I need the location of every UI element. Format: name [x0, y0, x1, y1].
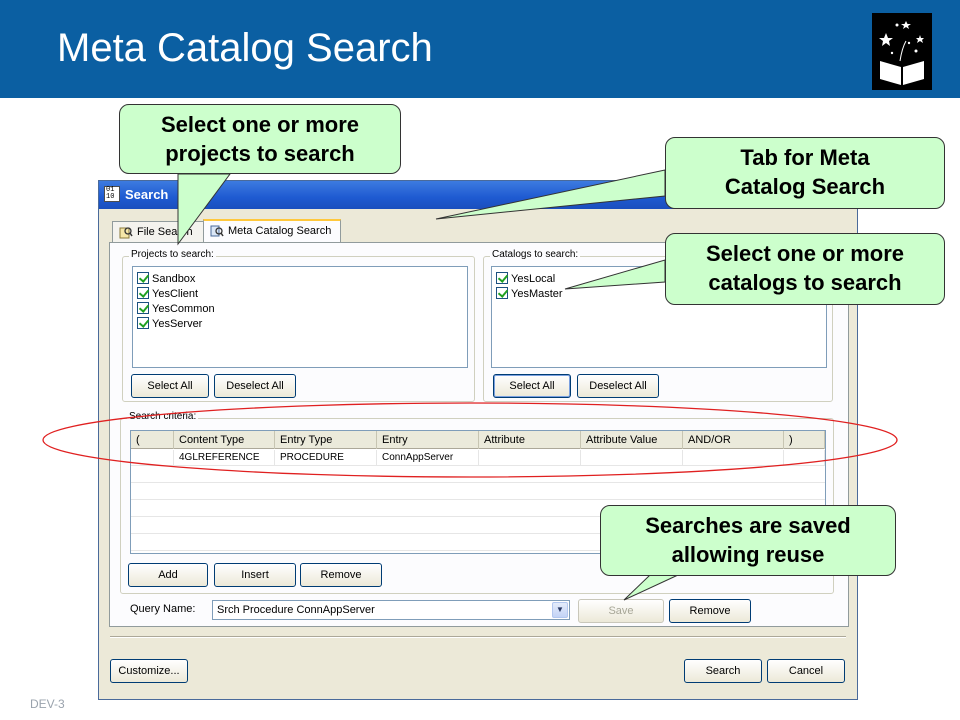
checkbox-checked-icon[interactable]	[137, 317, 149, 329]
table-cell[interactable]	[131, 450, 174, 466]
column-header[interactable]: AND/OR	[683, 431, 784, 449]
file-search-icon	[119, 227, 133, 239]
empty-table-row[interactable]	[131, 467, 825, 483]
catalogs-select-all-button[interactable]: Select All	[493, 374, 571, 398]
callout-catalogs-line2: catalogs to search	[708, 270, 902, 295]
callout-catalogs: Select one or more catalogs to search	[665, 233, 945, 305]
column-header[interactable]: Attribute Value	[581, 431, 683, 449]
project-item[interactable]: YesServer	[137, 317, 202, 331]
callout-projects-line1: Select one or more	[160, 112, 360, 137]
search-criteria-label: Search criteria:	[127, 411, 199, 422]
remove-criteria-button[interactable]: Remove	[300, 563, 382, 587]
catalog-item-label: YesMaster	[511, 288, 563, 300]
slide-footer: DEV-3	[30, 697, 65, 711]
project-item[interactable]: Sandbox	[137, 272, 195, 286]
project-item[interactable]: YesClient	[137, 287, 198, 301]
project-item-label: YesClient	[152, 288, 199, 300]
tab-meta-catalog-search-label: Meta Catalog Search	[228, 225, 332, 237]
table-row[interactable]: 4GLREFERENCE PROCEDURE ConnAppServer	[131, 450, 825, 466]
table-cell[interactable]	[683, 450, 784, 466]
column-header[interactable]: (	[131, 431, 174, 449]
query-name-value: Srch Procedure ConnAppServer	[217, 604, 375, 616]
table-cell[interactable]: 4GLREFERENCE	[174, 450, 275, 466]
table-cell[interactable]	[784, 450, 825, 466]
catalogs-group-label: Catalogs to search:	[490, 249, 581, 260]
criteria-table-header: ( Content Type Entry Type Entry Attribut…	[131, 431, 825, 449]
remove-query-button[interactable]: Remove	[669, 599, 751, 623]
projects-group-label: Projects to search:	[129, 249, 216, 260]
table-cell[interactable]: PROCEDURE	[275, 450, 377, 466]
callout-saved-line2: allowing reuse	[671, 542, 825, 567]
save-query-button[interactable]: Save	[578, 599, 664, 623]
projects-select-all-button[interactable]: Select All	[131, 374, 209, 398]
book-logo-icon	[872, 13, 932, 90]
query-name-label: Query Name:	[130, 603, 196, 615]
table-cell[interactable]: ConnAppServer	[377, 450, 479, 466]
callout-projects-line2: projects to search	[165, 141, 355, 166]
customize-button[interactable]: Customize...	[110, 659, 188, 683]
window-app-icon: 01 10	[104, 186, 120, 202]
meta-catalog-search-icon	[210, 225, 224, 237]
table-cell[interactable]	[479, 450, 581, 466]
empty-table-row[interactable]	[131, 484, 825, 500]
project-item-label: Sandbox	[152, 273, 196, 285]
callout-tab: Tab for Meta Catalog Search	[665, 137, 945, 209]
table-cell[interactable]	[581, 450, 683, 466]
tab-file-search[interactable]: File Search	[112, 221, 206, 243]
project-item[interactable]: YesCommon	[137, 302, 215, 316]
checkbox-checked-icon[interactable]	[137, 287, 149, 299]
tab-meta-catalog-search[interactable]: Meta Catalog Search	[203, 219, 341, 243]
footer-separator	[110, 636, 846, 638]
catalog-item[interactable]: YesMaster	[496, 287, 563, 301]
projects-list[interactable]: Sandbox YesClient YesCommon YesServer	[132, 266, 468, 368]
window-title: Search	[125, 187, 169, 202]
column-header[interactable]: Entry	[377, 431, 479, 449]
projects-deselect-all-button[interactable]: Deselect All	[214, 374, 296, 398]
catalog-item[interactable]: YesLocal	[496, 272, 555, 286]
insert-button[interactable]: Insert	[214, 563, 296, 587]
column-header[interactable]: Content Type	[174, 431, 275, 449]
tab-file-search-label: File Search	[137, 226, 193, 238]
callout-projects: Select one or more projects to search	[119, 104, 401, 174]
project-item-label: YesCommon	[152, 303, 215, 315]
callout-saved-line1: Searches are saved	[645, 513, 851, 538]
callout-tab-line1: Tab for Meta	[740, 145, 870, 170]
checkbox-checked-icon[interactable]	[137, 272, 149, 284]
checkbox-checked-icon[interactable]	[496, 287, 508, 299]
checkbox-checked-icon[interactable]	[496, 272, 508, 284]
callout-tab-line2: Catalog Search	[724, 174, 886, 199]
catalog-item-label: YesLocal	[511, 273, 556, 285]
catalogs-deselect-all-button[interactable]: Deselect All	[577, 374, 659, 398]
column-header[interactable]: )	[784, 431, 825, 449]
slide-title: Meta Catalog Search	[57, 26, 433, 70]
query-name-combo[interactable]: Srch Procedure ConnAppServer ▼	[212, 600, 570, 620]
column-header[interactable]: Attribute	[479, 431, 581, 449]
search-button[interactable]: Search	[684, 659, 762, 683]
column-header[interactable]: Entry Type	[275, 431, 377, 449]
callout-saved: Searches are saved allowing reuse	[600, 505, 896, 576]
slide: Meta Catalog Search DEV-3 01 10 Search F…	[0, 0, 960, 720]
project-item-label: YesServer	[152, 318, 203, 330]
dropdown-arrow-icon[interactable]: ▼	[552, 602, 568, 618]
checkbox-checked-icon[interactable]	[137, 302, 149, 314]
callout-catalogs-line1: Select one or more	[705, 241, 905, 266]
add-button[interactable]: Add	[128, 563, 208, 587]
cancel-button[interactable]: Cancel	[767, 659, 845, 683]
